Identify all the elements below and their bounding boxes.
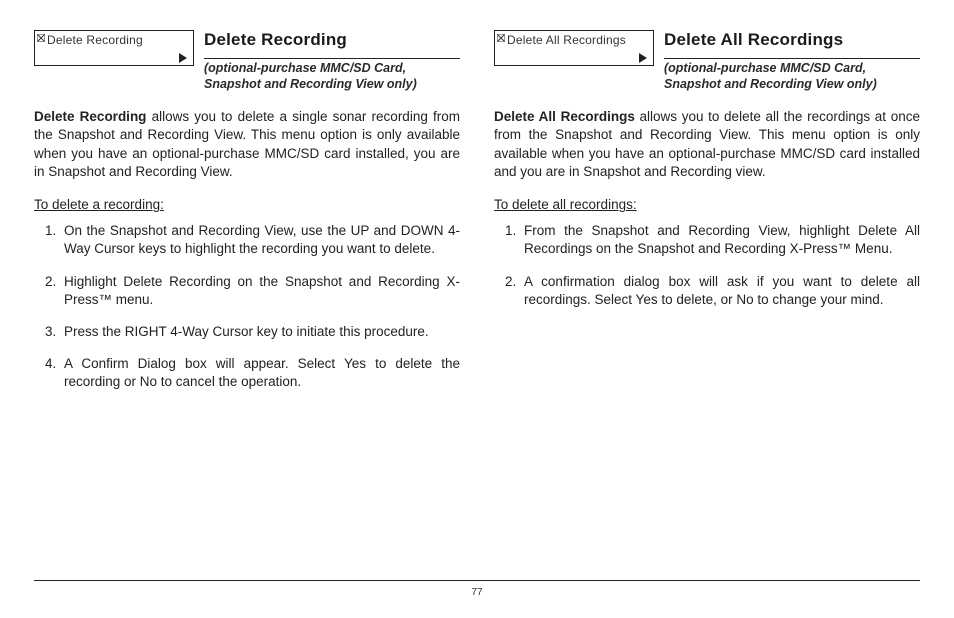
section-subtitle: (optional-purchase MMC/SD Card, Snapshot… [664,61,920,96]
step-item: A confirmation dialog box will ask if yo… [520,273,920,309]
right-column: Delete All Recordings Delete All Recordi… [494,30,920,580]
subtitle-line-1: (optional-purchase MMC/SD Card, [204,61,406,75]
menu-preview-label: Delete Recording [47,33,143,47]
step-item: A Confirm Dialog box will appear. Select… [60,355,460,391]
section-header: Delete Recording Delete Recording (optio… [34,30,460,96]
section-title: Delete Recording [204,30,460,59]
step-item: Press the RIGHT 4-Way Cursor key to init… [60,323,460,341]
step-item: On the Snapshot and Recording View, use … [60,222,460,258]
procedure-heading: To delete a recording: [34,197,460,212]
section-header: Delete All Recordings Delete All Recordi… [494,30,920,96]
procedure-heading: To delete all recordings: [494,197,920,212]
page-footer: 77 [34,580,920,598]
section-subtitle: (optional-purchase MMC/SD Card, Snapshot… [204,61,460,96]
description-lead: Delete Recording [34,109,146,124]
arrow-right-icon [179,53,187,63]
section-description: Delete Recording allows you to delete a … [34,108,460,181]
page-number: 77 [471,587,482,598]
title-block: Delete All Recordings (optional-purchase… [664,30,920,96]
step-item: From the Snapshot and Recording View, hi… [520,222,920,258]
subtitle-line-2: Snapshot and Recording View only) [664,77,877,91]
menu-preview-label: Delete All Recordings [507,33,626,47]
close-icon [37,34,45,44]
section-description: Delete All Recordings allows you to dele… [494,108,920,181]
manual-page: Delete Recording Delete Recording (optio… [0,0,954,618]
subtitle-line-1: (optional-purchase MMC/SD Card, [664,61,866,75]
subtitle-line-2: Snapshot and Recording View only) [204,77,417,91]
content-columns: Delete Recording Delete Recording (optio… [34,30,920,580]
menu-preview-box: Delete Recording [34,30,194,66]
section-title: Delete All Recordings [664,30,920,59]
description-lead: Delete All Recordings [494,109,635,124]
menu-preview-box: Delete All Recordings [494,30,654,66]
step-item: Highlight Delete Recording on the Snapsh… [60,273,460,309]
procedure-steps: On the Snapshot and Recording View, use … [34,222,460,392]
arrow-right-icon [639,53,647,63]
left-column: Delete Recording Delete Recording (optio… [34,30,460,580]
procedure-steps: From the Snapshot and Recording View, hi… [494,222,920,309]
close-icon [497,34,505,44]
title-block: Delete Recording (optional-purchase MMC/… [204,30,460,96]
